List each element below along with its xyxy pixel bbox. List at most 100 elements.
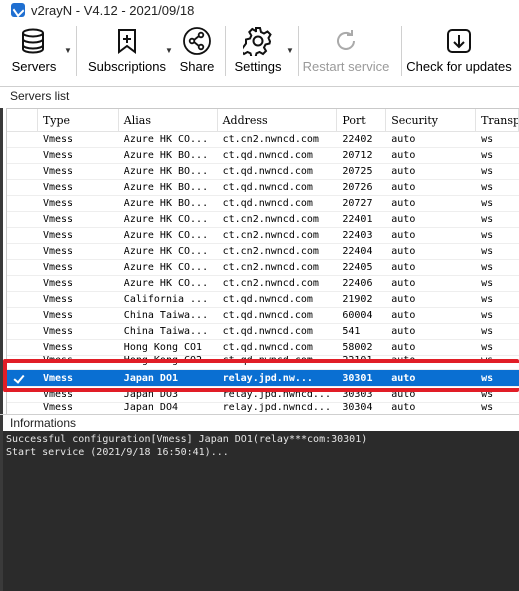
row-check-cell	[7, 308, 38, 323]
server-row[interactable]: Vmess Azure HK BO... ct.qd.nwncd.com 20725 a…	[7, 164, 519, 180]
cell-security: auto	[391, 278, 416, 289]
server-row[interactable]: Vmess Hong Kong CO2 ct.qd.nwncd.com 22101 au…	[7, 356, 519, 370]
cell-type: Vmess	[42, 356, 74, 366]
cell-type: Vmess	[42, 246, 74, 257]
cell-transport: ws	[481, 214, 494, 225]
cell-transport: ws	[481, 166, 494, 177]
section-divider	[0, 414, 519, 415]
server-row[interactable]: Vmess Japan DO3 relay.jpd.nwncd... 30303 aut…	[7, 387, 519, 403]
cell-type: Vmess	[42, 310, 74, 321]
cell-transport: ws	[481, 198, 494, 209]
row-check-cell	[7, 164, 38, 179]
cell-address: ct.qd.nwncd.com	[222, 326, 313, 337]
server-row[interactable]: Vmess Azure HK CO... ct.cn2.nwncd.com 22401…	[7, 212, 519, 228]
log-output[interactable]: Successful configuration[Vmess] Japan DO…	[3, 431, 519, 591]
cell-port: 20726	[342, 182, 373, 193]
cell-security: auto	[391, 134, 416, 145]
cell-address: ct.qd.nwncd.com	[222, 356, 313, 366]
cell-port: 20725	[342, 166, 373, 177]
check-for-updates-button[interactable]: Check for updates	[402, 20, 516, 82]
column-header-port[interactable]: Port	[337, 109, 387, 131]
server-row[interactable]: Vmess Azure HK CO... ct.cn2.nwncd.com 22405…	[7, 260, 519, 276]
cell-security: auto	[391, 150, 416, 161]
cell-transport: ws	[481, 326, 494, 337]
server-row[interactable]: Vmess Azure HK CO... ct.cn2.nwncd.com 22403…	[7, 228, 519, 244]
cell-type: Vmess	[42, 166, 74, 177]
restart-service-button[interactable]: Restart service	[299, 20, 393, 82]
settings-button[interactable]: ▼ Settings	[226, 20, 294, 82]
cell-address: relay.jpd.nwncd...	[222, 389, 331, 400]
server-row[interactable]: Vmess Azure HK BO... ct.qd.nwncd.com 20726 a…	[7, 180, 519, 196]
restart-service-label: Restart service	[302, 59, 390, 74]
chevron-down-icon[interactable]: ▼	[64, 46, 72, 55]
cell-address: ct.qd.nwncd.com	[222, 342, 313, 353]
cell-security: auto	[391, 326, 416, 337]
share-button[interactable]: Share	[177, 20, 217, 82]
row-check-cell	[7, 228, 38, 243]
servers-list-grid[interactable]: Type Alias Address Port Security Transp …	[6, 108, 519, 415]
server-row[interactable]: Vmess Azure HK BO... ct.qd.nwncd.com 20727 a…	[7, 196, 519, 212]
cell-type: Vmess	[42, 230, 74, 241]
cell-address: ct.qd.nwncd.com	[222, 166, 313, 177]
column-header-type[interactable]: Type	[38, 109, 119, 131]
row-check-cell	[7, 292, 38, 307]
cell-type: Vmess	[42, 326, 74, 337]
cell-address: ct.cn2.nwncd.com	[222, 246, 319, 257]
cell-transport: ws	[481, 403, 494, 413]
column-header-address[interactable]: Address	[218, 109, 338, 131]
column-header-check[interactable]	[7, 109, 38, 131]
cell-alias: Japan DO1	[123, 373, 178, 384]
server-row[interactable]: Vmess Japan DO4 relay.jpd.nwncd... 30304 aut…	[7, 403, 519, 413]
cell-alias: Azure HK BO...	[123, 150, 209, 161]
v2rayn-logo-icon	[11, 3, 25, 17]
cell-port: 20712	[342, 150, 373, 161]
cell-type: Vmess	[42, 278, 74, 289]
row-check-cell	[7, 276, 38, 291]
row-check-cell	[7, 370, 38, 386]
cell-alias: Azure HK BO...	[123, 182, 209, 193]
chevron-down-icon[interactable]: ▼	[286, 46, 294, 55]
server-row[interactable]: Vmess California ... ct.qd.nwncd.com 21902 a…	[7, 292, 519, 308]
servers-label: Servers	[11, 59, 57, 74]
chevron-down-icon[interactable]: ▼	[165, 46, 173, 55]
cell-address: ct.cn2.nwncd.com	[222, 278, 319, 289]
cell-transport: ws	[481, 310, 494, 321]
subscriptions-button[interactable]: ▼ Subscriptions	[77, 20, 177, 82]
cell-transport: ws	[481, 230, 494, 241]
selected-server-row[interactable]: Vmess Japan DO1 relay.jpd.nw... 30301 auto ws	[7, 370, 519, 387]
server-row[interactable]: Vmess Azure HK CO... ct.cn2.nwncd.com 22402…	[7, 132, 519, 148]
row-check-cell	[7, 196, 38, 211]
server-row[interactable]: Vmess Hong Kong CO1 ct.qd.nwncd.com 58002 au…	[7, 340, 519, 356]
server-row[interactable]: Vmess Azure HK BO... ct.qd.nwncd.com 20712 a…	[7, 148, 519, 164]
log-line: Successful configuration[Vmess] Japan DO…	[6, 434, 368, 445]
cell-security: auto	[391, 403, 416, 413]
row-check-cell	[7, 324, 38, 339]
cell-port: 22101	[342, 356, 373, 366]
server-row[interactable]: Vmess Azure HK CO... ct.cn2.nwncd.com 22406…	[7, 276, 519, 292]
cell-address: ct.qd.nwncd.com	[222, 310, 313, 321]
cell-address: ct.qd.nwncd.com	[222, 294, 313, 305]
cell-transport: ws	[481, 342, 494, 353]
column-header-transport[interactable]: Transp	[476, 109, 519, 131]
log-line: Start service (2021/9/18 16:50:41)...	[6, 447, 229, 458]
column-header-security[interactable]: Security	[386, 109, 477, 131]
column-header-alias[interactable]: Alias	[119, 109, 218, 131]
cell-address: ct.cn2.nwncd.com	[222, 230, 319, 241]
server-row[interactable]: Vmess China Taiwa... ct.qd.nwncd.com 60004 a…	[7, 308, 519, 324]
cell-type: Vmess	[42, 182, 74, 193]
cell-transport: ws	[481, 262, 494, 273]
cell-alias: Azure HK CO...	[123, 134, 209, 145]
server-row[interactable]: Vmess China Taiwa... ct.qd.nwncd.com 541 aut…	[7, 324, 519, 340]
database-icon	[19, 26, 49, 56]
server-row[interactable]: Vmess Azure HK CO... ct.cn2.nwncd.com 22404…	[7, 244, 519, 260]
subscriptions-label: Subscriptions	[87, 59, 167, 74]
cell-security: auto	[391, 166, 416, 177]
cell-type: Vmess	[42, 262, 74, 273]
informations-label: Informations	[10, 416, 77, 430]
cell-security: auto	[391, 342, 416, 353]
cell-type: Vmess	[42, 150, 74, 161]
cell-alias: Hong Kong CO2	[123, 356, 203, 366]
servers-button[interactable]: ▼ Servers	[0, 20, 72, 82]
share-label: Share	[179, 59, 215, 74]
cell-alias: Azure HK BO...	[123, 166, 209, 177]
